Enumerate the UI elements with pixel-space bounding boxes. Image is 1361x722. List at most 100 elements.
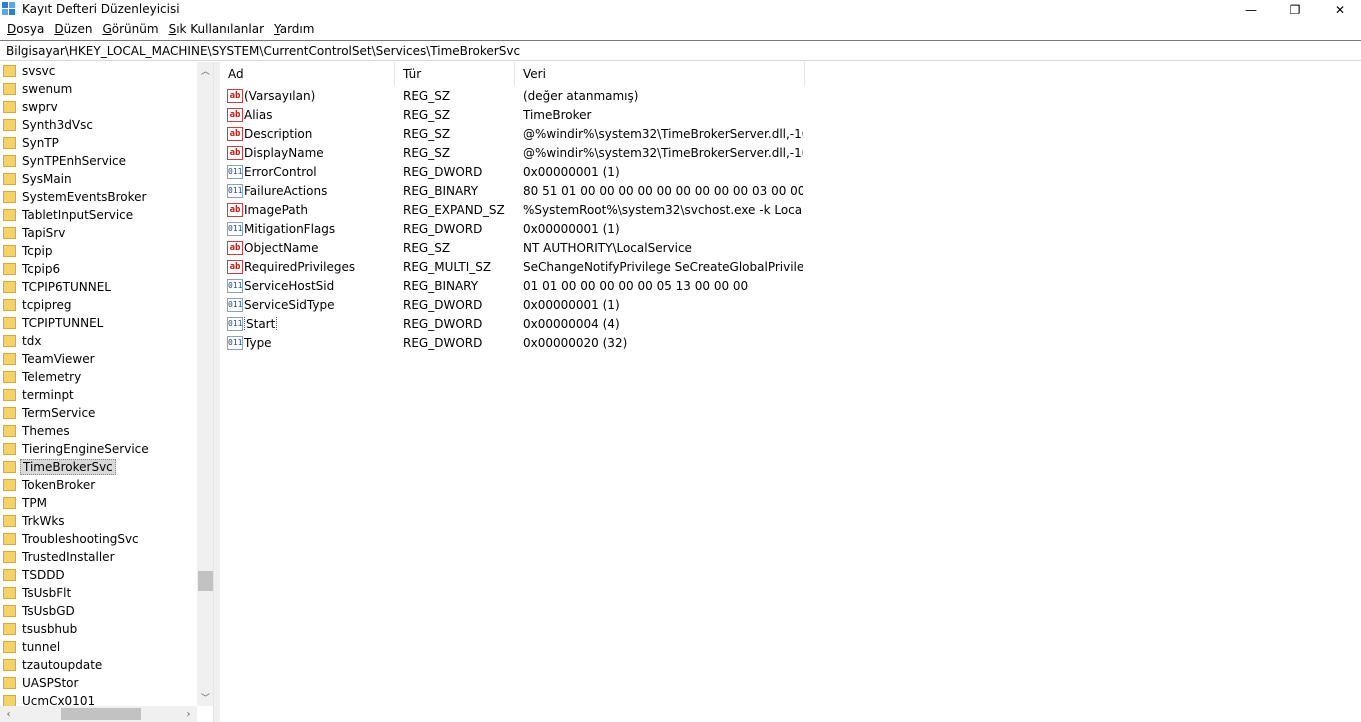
value-data: %SystemRoot%\system32\svchost.exe -k Loc…: [523, 203, 803, 217]
tree-item-label: TsUsbFlt: [22, 586, 72, 600]
string-value-icon: ab: [227, 108, 243, 122]
folder-icon: [3, 587, 16, 599]
value-name: Description: [244, 127, 394, 141]
tree-item[interactable]: tsusbhub: [0, 620, 79, 638]
tree-item[interactable]: TPM: [0, 494, 49, 512]
column-header-name[interactable]: Ad: [220, 62, 395, 86]
tree-item[interactable]: swenum: [0, 80, 74, 98]
tree-item[interactable]: TapiSrv: [0, 224, 67, 242]
tree-item[interactable]: swprv: [0, 98, 60, 116]
value-type: REG_BINARY: [403, 184, 479, 198]
value-data: TimeBroker: [523, 108, 592, 122]
value-row[interactable]: ab Description REG_SZ @%windir%\system32\Ti…: [220, 125, 1361, 144]
value-type: REG_SZ: [403, 89, 451, 103]
value-row[interactable]: 011 MitigationFlags REG_DWORD 0x00000001 (1…: [220, 220, 1361, 239]
tree-item[interactable]: SysMain: [0, 170, 74, 188]
tree-item[interactable]: TrustedInstaller: [0, 548, 117, 566]
tree-item[interactable]: svsvc: [0, 62, 57, 80]
tree-item[interactable]: SynTP: [0, 134, 61, 152]
scroll-right-icon[interactable]: ›: [180, 706, 197, 722]
value-row[interactable]: ab Alias REG_SZ TimeBroker: [220, 106, 1361, 125]
title-bar: Kayıt Defteri Düzenleyicisi — ❐ ✕: [0, 0, 1361, 20]
scroll-left-icon[interactable]: ‹: [0, 706, 17, 722]
value-row[interactable]: ab ImagePath REG_EXPAND_SZ %SystemRoot%\sys…: [220, 201, 1361, 220]
tree-vertical-scrollbar[interactable]: ︿ ﹀: [197, 62, 213, 706]
tree-item-label: Tcpip6: [22, 262, 61, 276]
tree-item[interactable]: SystemEventsBroker: [0, 188, 148, 206]
scroll-down-icon[interactable]: ﹀: [197, 689, 213, 706]
value-row[interactable]: 011 FailureActions REG_BINARY 80 51 01 00 0…: [220, 182, 1361, 201]
menu-edit[interactable]: Düzen: [49, 20, 97, 40]
tree-item[interactable]: TsUsbGD: [0, 602, 77, 620]
tree-item[interactable]: UASPStor: [0, 674, 80, 692]
column-header-type[interactable]: Tür: [395, 62, 515, 86]
value-row[interactable]: 011 ServiceHostSid REG_BINARY 01 01 00 00 0…: [220, 277, 1361, 296]
value-row[interactable]: 011 ErrorControl REG_DWORD 0x00000001 (1): [220, 163, 1361, 182]
values-list: Ad Tür Veri ab (Varsayılan) REG_SZ (değer a…: [220, 62, 1361, 722]
tree-item[interactable]: TieringEngineService: [0, 440, 151, 458]
value-row[interactable]: ab ObjectName REG_SZ NT AUTHORITY\LocalServ…: [220, 239, 1361, 258]
close-button[interactable]: ✕: [1317, 0, 1361, 20]
menu-help[interactable]: Yardım: [269, 20, 319, 40]
tree-item[interactable]: tcpipreg: [0, 296, 74, 314]
value-row[interactable]: 011 Type REG_DWORD 0x00000020 (32): [220, 334, 1361, 353]
tree-item[interactable]: Tcpip: [0, 242, 54, 260]
tree-item[interactable]: TermService: [0, 404, 97, 422]
value-row[interactable]: ab RequiredPrivileges REG_MULTI_SZ SeChange…: [220, 258, 1361, 277]
value-data: 80 51 01 00 00 00 00 00 00 00 00 00 03 0…: [523, 184, 803, 198]
column-header-data[interactable]: Veri: [515, 62, 805, 86]
value-type: REG_SZ: [403, 241, 451, 255]
value-name: ErrorControl: [244, 165, 394, 179]
value-row[interactable]: ab (Varsayılan) REG_SZ (değer atanmamış): [220, 87, 1361, 106]
tree-item[interactable]: TimeBrokerSvc: [0, 458, 116, 476]
tree-vertical-scroll-thumb[interactable]: [198, 571, 213, 591]
tree-item-label: swenum: [22, 82, 73, 96]
tree-item[interactable]: SynTPEnhService: [0, 152, 128, 170]
tree-item[interactable]: Themes: [0, 422, 72, 440]
value-name-text: ErrorControl: [244, 165, 317, 179]
tree-item[interactable]: TroubleshootingSvc: [0, 530, 141, 548]
tree-item[interactable]: TokenBroker: [0, 476, 97, 494]
tree-item-label: UASPStor: [22, 676, 79, 690]
value-row[interactable]: 011 Start REG_DWORD 0x00000004 (4): [220, 315, 1361, 334]
tree-item-label: swprv: [22, 100, 58, 114]
scroll-up-icon[interactable]: ︿: [197, 62, 213, 79]
tree-item-label: TokenBroker: [22, 478, 96, 492]
tree-item-label: UcmCx0101: [22, 694, 96, 706]
tree-item[interactable]: UcmCx0101: [0, 692, 97, 706]
minimize-button[interactable]: —: [1228, 0, 1274, 20]
tree-item[interactable]: tunnel: [0, 638, 62, 656]
value-type: REG_SZ: [403, 146, 451, 160]
value-name-text: ObjectName: [244, 241, 319, 255]
value-data: 0x00000001 (1): [523, 165, 620, 179]
tree-item[interactable]: Synth3dVsc: [0, 116, 95, 134]
tree-item[interactable]: TsUsbFlt: [0, 584, 73, 602]
value-type: REG_DWORD: [403, 336, 483, 350]
tree-item[interactable]: TrkWks: [0, 512, 67, 530]
tree-item[interactable]: terminpt: [0, 386, 76, 404]
tree-item-label: SynTPEnhService: [22, 154, 127, 168]
menu-favorites[interactable]: Sık Kullanılanlar: [164, 20, 269, 40]
tree-item[interactable]: TCPIP6TUNNEL: [0, 278, 113, 296]
tree-item[interactable]: Tcpip6: [0, 260, 62, 278]
tree-item[interactable]: Telemetry: [0, 368, 83, 386]
binary-value-icon: 011: [227, 279, 243, 293]
tree-item[interactable]: TeamViewer: [0, 350, 97, 368]
tree-item[interactable]: TabletInputService: [0, 206, 135, 224]
tree-item[interactable]: tzautoupdate: [0, 656, 104, 674]
address-bar[interactable]: Bilgisayar\HKEY_LOCAL_MACHINE\SYSTEM\Cur…: [0, 40, 1361, 61]
tree-horizontal-scroll-thumb[interactable]: [61, 708, 141, 720]
menu-file[interactable]: Dosya: [2, 20, 49, 40]
tree-item[interactable]: TSDDD: [0, 566, 67, 584]
menu-view[interactable]: Görünüm: [97, 20, 163, 40]
tree-horizontal-scrollbar[interactable]: ‹ ›: [0, 706, 197, 722]
tree-item[interactable]: tdx: [0, 332, 43, 350]
value-name: FailureActions: [244, 184, 394, 198]
value-row[interactable]: ab DisplayName REG_SZ @%windir%\system32\Ti…: [220, 144, 1361, 163]
restore-button[interactable]: ❐: [1272, 0, 1318, 20]
value-row[interactable]: 011 ServiceSidType REG_DWORD 0x00000001 (1): [220, 296, 1361, 315]
value-name-text: Type: [244, 336, 272, 350]
tree-item-label: TrkWks: [22, 514, 65, 528]
tree-item[interactable]: TCPIPTUNNEL: [0, 314, 105, 332]
value-name: RequiredPrivileges: [244, 260, 394, 274]
